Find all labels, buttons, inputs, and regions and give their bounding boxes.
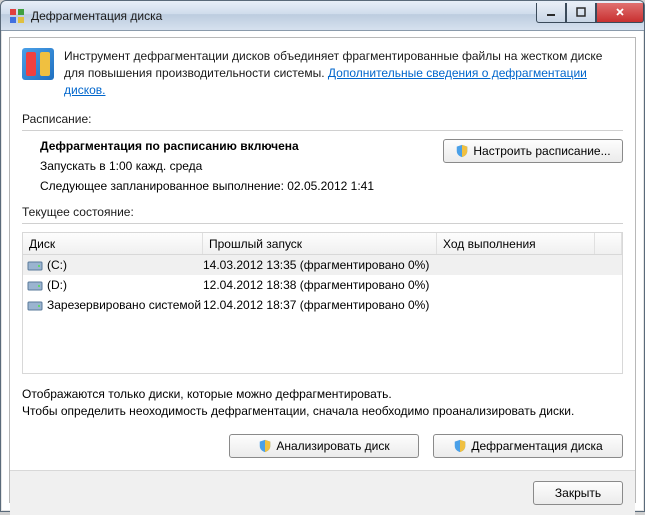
last-run: 12.04.2012 18:37 (фрагментировано 0%) <box>203 298 437 312</box>
configure-schedule-label: Настроить расписание... <box>473 144 610 158</box>
defrag-label: Дефрагментация диска <box>471 439 602 453</box>
col-last-run[interactable]: Прошлый запуск <box>203 233 437 254</box>
shield-icon <box>455 144 469 158</box>
note-block: Отображаются только диски, которые можно… <box>22 386 623 420</box>
hdd-icon <box>27 257 43 273</box>
col-disk[interactable]: Диск <box>23 233 203 254</box>
disk-table: Диск Прошлый запуск Ход выполнения (C:) … <box>22 232 623 374</box>
close-dialog-button[interactable]: Закрыть <box>533 481 623 505</box>
divider <box>22 223 623 224</box>
schedule-text: Дефрагментация по расписанию включена За… <box>22 139 443 199</box>
hdd-icon <box>27 277 43 293</box>
note-line1: Отображаются только диски, которые можно… <box>22 386 623 403</box>
col-progress[interactable]: Ход выполнения <box>437 233 595 254</box>
configure-schedule-button[interactable]: Настроить расписание... <box>443 139 623 163</box>
app-icon <box>9 8 25 24</box>
schedule-row: Дефрагментация по расписанию включена За… <box>22 139 623 199</box>
close-button[interactable] <box>596 3 644 23</box>
window: Дефрагментация диска Инструмент дефрагме… <box>0 0 645 512</box>
disk-name: (C:) <box>47 258 67 272</box>
defrag-icon <box>22 48 54 80</box>
maximize-button[interactable] <box>566 3 596 23</box>
schedule-run-at: Запускать в 1:00 кажд. среда <box>40 159 443 173</box>
intro-text: Инструмент дефрагментации дисков объедин… <box>64 48 623 98</box>
current-state-label: Текущее состояние: <box>22 205 623 219</box>
minimize-button[interactable] <box>536 3 566 23</box>
schedule-status: Дефрагментация по расписанию включена <box>40 139 443 153</box>
titlebar[interactable]: Дефрагментация диска <box>1 1 644 31</box>
last-run: 14.03.2012 13:35 (фрагментировано 0%) <box>203 258 437 272</box>
note-line2: Чтобы определить неоходимость дефрагмент… <box>22 403 623 420</box>
content-area: Инструмент дефрагментации дисков объедин… <box>9 37 636 503</box>
schedule-next: Следующее запланированное выполнение: 02… <box>40 179 443 193</box>
analyze-button[interactable]: Анализировать диск <box>229 434 419 458</box>
last-run: 12.04.2012 18:38 (фрагментировано 0%) <box>203 278 437 292</box>
window-controls <box>536 3 644 23</box>
window-title: Дефрагментация диска <box>31 9 536 23</box>
table-row[interactable]: (D:) 12.04.2012 18:38 (фрагментировано 0… <box>23 275 622 295</box>
schedule-label: Расписание: <box>22 112 623 126</box>
action-row: Анализировать диск Дефрагментация диска <box>22 434 623 458</box>
close-label: Закрыть <box>555 486 601 500</box>
disk-name: (D:) <box>47 278 67 292</box>
analyze-label: Анализировать диск <box>276 439 389 453</box>
shield-icon <box>258 439 272 453</box>
hdd-icon <box>27 297 43 313</box>
table-row[interactable]: Зарезервировано системой 12.04.2012 18:3… <box>23 295 622 315</box>
intro-block: Инструмент дефрагментации дисков объедин… <box>22 48 623 98</box>
col-spacer <box>595 233 622 254</box>
shield-icon <box>453 439 467 453</box>
current-state: Текущее состояние: Диск Прошлый запуск Х… <box>22 205 623 374</box>
bottom-bar: Закрыть <box>10 470 635 515</box>
table-row[interactable]: (C:) 14.03.2012 13:35 (фрагментировано 0… <box>23 255 622 275</box>
defrag-button[interactable]: Дефрагментация диска <box>433 434 623 458</box>
table-header: Диск Прошлый запуск Ход выполнения <box>23 233 622 255</box>
divider <box>22 130 623 131</box>
table-body: (C:) 14.03.2012 13:35 (фрагментировано 0… <box>23 255 622 315</box>
disk-name: Зарезервировано системой <box>47 298 201 312</box>
